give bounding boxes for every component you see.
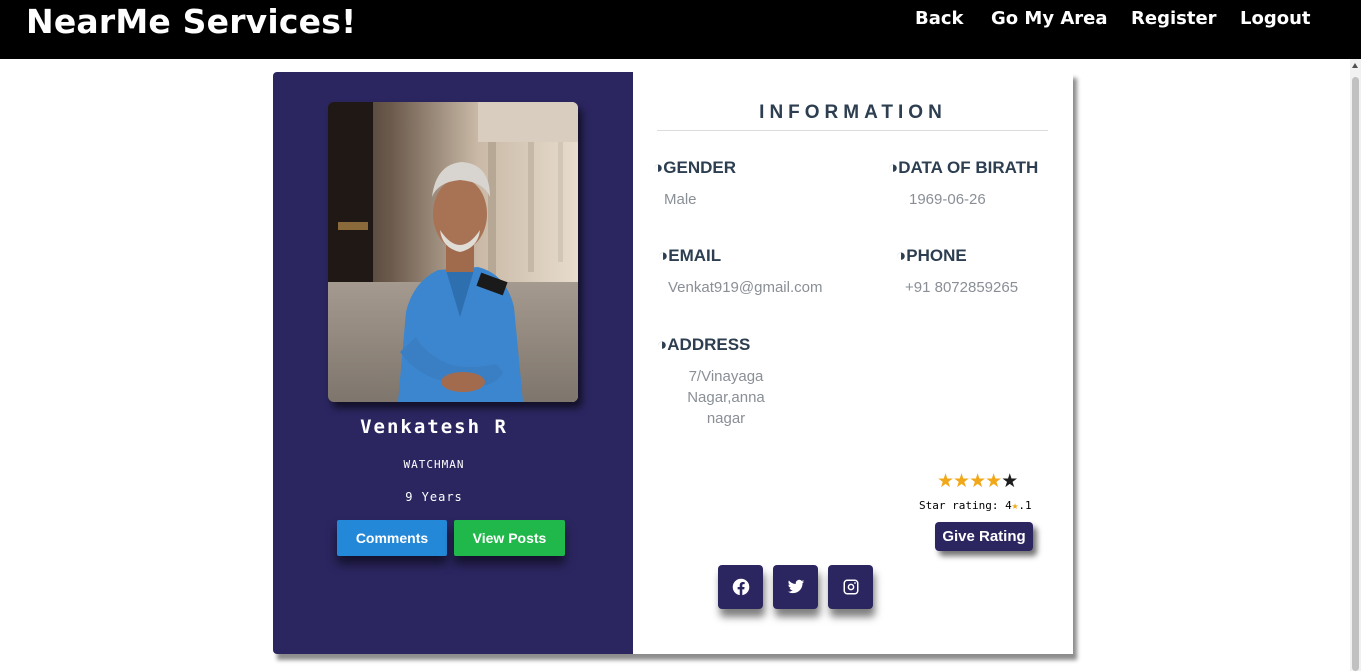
address-line: 7/Vinayaga xyxy=(688,368,764,385)
phone-label: ◑PHONE xyxy=(896,246,967,265)
profile-card: Venkatesh R WATCHMAN 9 Years Comments Vi… xyxy=(273,72,1073,654)
nav-register[interactable]: Register xyxy=(1131,8,1217,29)
view-posts-button[interactable]: View Posts xyxy=(454,520,565,556)
dob-label: ◑DATA OF BIRATH xyxy=(888,158,1039,177)
facebook-button[interactable] xyxy=(718,565,763,609)
information-heading: INFORMATION xyxy=(759,102,947,123)
star-rating-display: ★★★★★ xyxy=(937,471,1018,492)
email-value: Venkat919@gmail.com xyxy=(668,279,823,296)
nav-back[interactable]: Back xyxy=(915,8,964,29)
brand-title[interactable]: NearMe Services! xyxy=(26,2,356,41)
scrollbar-thumb[interactable] xyxy=(1352,77,1359,671)
profile-experience: 9 Years xyxy=(405,490,463,504)
comments-button[interactable]: Comments xyxy=(337,520,447,556)
star-rating-suffix: .1 xyxy=(1018,499,1032,512)
address-label: ◑ADDRESS xyxy=(657,335,751,354)
star-rating-text: Star rating: 4★.1 xyxy=(919,499,1032,512)
instagram-button[interactable] xyxy=(828,565,873,609)
star-empty-icon: ★ xyxy=(1001,471,1018,492)
dob-value: 1969-06-26 xyxy=(909,191,986,208)
profile-role: WATCHMAN xyxy=(403,458,465,471)
give-rating-button[interactable]: Give Rating xyxy=(935,522,1033,551)
instagram-icon xyxy=(843,579,858,595)
profile-name: Venkatesh R xyxy=(360,416,508,438)
gender-value: Male xyxy=(664,191,697,208)
address-line: Nagar,anna xyxy=(687,389,765,406)
scroll-up-arrow-icon[interactable] xyxy=(1352,63,1358,68)
top-navbar: NearMe Services! Back Go My Area Registe… xyxy=(0,0,1361,59)
profile-panel: Venkatesh R WATCHMAN 9 Years Comments Vi… xyxy=(273,72,633,654)
information-panel: INFORMATION ◑GENDER Male ◑DATA OF BIRATH… xyxy=(633,72,1073,654)
star-filled-icon: ★ xyxy=(937,471,954,492)
address-line: nagar xyxy=(706,410,746,427)
nav-go-my-area[interactable]: Go My Area xyxy=(991,8,1107,29)
nav-logout[interactable]: Logout xyxy=(1240,8,1311,29)
email-label: ◑EMAIL xyxy=(658,246,722,265)
address-value: 7/Vinayaga Nagar,anna nagar xyxy=(676,366,776,429)
star-rating-value: Star rating: 4 xyxy=(919,499,1012,512)
star-filled-icon: ★ xyxy=(985,471,1002,492)
star-filled-icon: ★ xyxy=(969,471,986,492)
star-filled-icon: ★ xyxy=(953,471,970,492)
gender-label: ◑GENDER xyxy=(653,158,736,177)
facebook-icon xyxy=(732,578,749,596)
twitter-button[interactable] xyxy=(773,565,818,609)
twitter-icon xyxy=(787,579,804,594)
phone-value: +91 8072859265 xyxy=(905,279,1019,296)
profile-photo xyxy=(328,102,578,402)
heading-divider xyxy=(657,130,1048,131)
page-scrollbar[interactable] xyxy=(1350,59,1361,671)
profile-photo-image xyxy=(328,102,578,402)
